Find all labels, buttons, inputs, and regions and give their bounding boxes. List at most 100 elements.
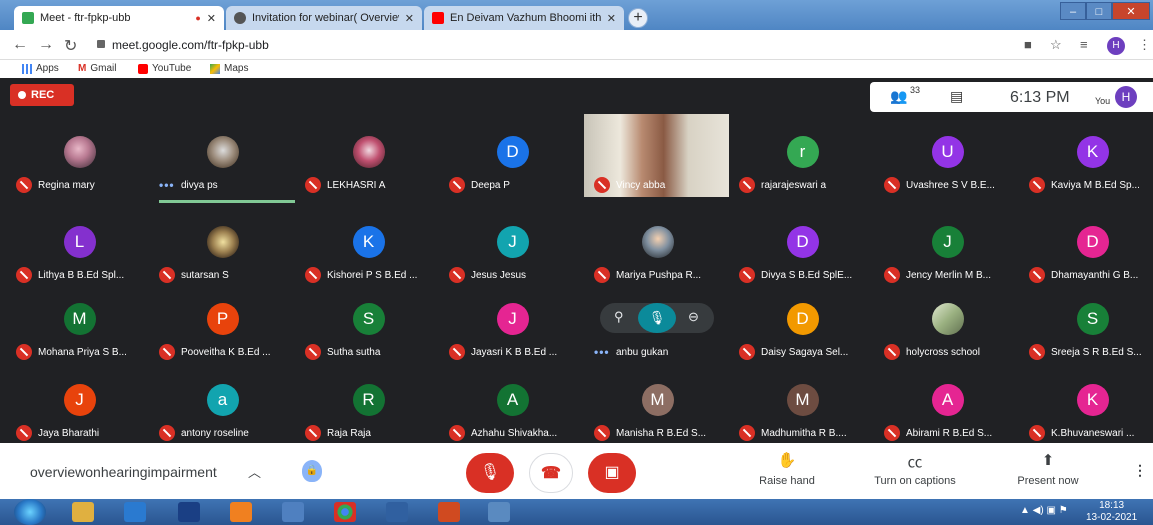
participant-name: Jayasri K B B.Ed ... bbox=[471, 346, 558, 358]
chat-icon[interactable]: ▤ bbox=[950, 88, 963, 105]
participant-avatar: J bbox=[63, 384, 96, 416]
chrome-icon[interactable] bbox=[334, 502, 356, 522]
participant-label: ••• divya ps bbox=[159, 176, 218, 194]
tab-title: Meet - ftr-fpkp-ubb bbox=[40, 12, 131, 24]
remove-icon[interactable]: ⊖ bbox=[688, 309, 699, 325]
bookmark-star-icon[interactable]: ☆ bbox=[1050, 37, 1062, 53]
vlc-icon[interactable] bbox=[230, 502, 252, 522]
tab-youtube[interactable]: En Deivam Vazhum Bhoomi ithu ✕ bbox=[424, 6, 624, 30]
participant-tile[interactable]: D Daisy Sagaya Sel... bbox=[731, 295, 874, 373]
participant-tile[interactable]: D Divya S B.Ed SplE... bbox=[731, 218, 874, 296]
bookmark-apps[interactable]: Apps bbox=[22, 63, 59, 74]
app-icon[interactable] bbox=[488, 502, 510, 522]
captions-button[interactable]: ㏄ Turn on captions bbox=[870, 451, 960, 487]
raise-hand-button[interactable]: ✋ Raise hand bbox=[742, 451, 832, 487]
os-taskbar: ▲ ◀) ▣ ⚑ 18:13 13-02-2021 bbox=[0, 499, 1153, 525]
back-arrow-icon[interactable]: ← bbox=[12, 36, 28, 54]
participant-name: Abirami R B.Ed S... bbox=[906, 427, 993, 439]
participant-tile[interactable]: S Sreeja S R B.Ed S... bbox=[1021, 295, 1153, 373]
security-shield-icon[interactable]: 🔒 bbox=[302, 460, 322, 482]
mic-muted-icon bbox=[449, 267, 465, 283]
forward-arrow-icon[interactable]: → bbox=[38, 36, 54, 54]
participant-tile[interactable]: sutarsan S bbox=[151, 218, 294, 296]
participant-avatar bbox=[352, 136, 385, 168]
bookmark-youtube[interactable]: YouTube bbox=[138, 63, 191, 74]
audio-activity-icon: ••• bbox=[159, 178, 175, 192]
ie-icon[interactable] bbox=[124, 502, 146, 522]
bookmark-gmail[interactable]: M Gmail bbox=[78, 63, 116, 74]
camera-indicator-icon[interactable]: ■ bbox=[1024, 37, 1032, 52]
participant-tile[interactable]: LEKHASRI A bbox=[297, 128, 440, 206]
participant-tile[interactable]: U Uvashree S V B.E... bbox=[876, 128, 1019, 206]
window-icon[interactable] bbox=[386, 502, 408, 522]
profile-avatar[interactable]: H bbox=[1107, 37, 1125, 55]
youtube-icon bbox=[138, 63, 148, 74]
participant-avatar: J bbox=[931, 226, 964, 258]
bookmark-maps[interactable]: Maps bbox=[210, 63, 248, 74]
reload-icon[interactable]: ↻ bbox=[64, 36, 77, 56]
participant-tile[interactable]: ••• divya ps bbox=[151, 128, 295, 206]
close-window-button[interactable]: ✕ bbox=[1112, 2, 1150, 20]
rec-label: REC bbox=[31, 89, 55, 101]
clock-date: 13-02-2021 bbox=[1086, 512, 1138, 523]
participant-tile[interactable]: S Sutha sutha bbox=[297, 295, 440, 373]
participant-tile[interactable]: K Kishorei P S B.Ed ... bbox=[297, 218, 440, 296]
minimize-button[interactable]: – bbox=[1060, 2, 1086, 20]
participant-tile[interactable]: D Dhamayanthi G B... bbox=[1021, 218, 1153, 296]
media-player-icon[interactable] bbox=[178, 502, 200, 522]
lock-icon bbox=[97, 40, 105, 48]
maximize-button[interactable]: □ bbox=[1086, 2, 1112, 20]
participant-tile[interactable]: Vincy abba bbox=[584, 114, 729, 206]
playlist-icon[interactable]: ≡ bbox=[1080, 37, 1088, 52]
participant-tile[interactable]: K Kaviya M B.Ed Sp... bbox=[1021, 128, 1153, 206]
participant-tile[interactable]: Regina mary bbox=[8, 128, 151, 206]
tile-mic-icon[interactable]: 🎙 bbox=[638, 303, 676, 333]
explorer-icon[interactable] bbox=[72, 502, 94, 522]
participant-tile[interactable]: M Mohana Priya S B... bbox=[8, 295, 151, 373]
tab-invitation[interactable]: Invitation for webinar( Overview ✕ bbox=[226, 6, 422, 30]
leave-call-button[interactable]: ☎ bbox=[529, 453, 573, 493]
mic-off-button[interactable]: 🎙 bbox=[466, 453, 514, 493]
bookmarks-bar: Apps M Gmail YouTube Maps bbox=[0, 60, 1153, 78]
tab-close-icon[interactable]: ✕ bbox=[405, 12, 414, 25]
participant-name: K.Bhuvaneswari ... bbox=[1051, 427, 1135, 439]
tab-close-icon[interactable]: ✕ bbox=[207, 12, 216, 25]
tab-close-icon[interactable]: ✕ bbox=[607, 12, 616, 25]
participant-name: Sreeja S R B.Ed S... bbox=[1051, 346, 1142, 358]
participant-tile[interactable]: J Jayasri K B B.Ed ... bbox=[441, 295, 584, 373]
people-icon[interactable]: 👥 bbox=[890, 88, 907, 105]
present-now-button[interactable]: ⬆ Present now bbox=[1003, 451, 1093, 487]
participant-tile[interactable]: r rajarajeswari a bbox=[731, 128, 874, 206]
participant-tile[interactable]: D Deepa P bbox=[441, 128, 584, 206]
start-button[interactable] bbox=[14, 499, 46, 525]
powerpoint-icon[interactable] bbox=[438, 502, 460, 522]
participant-avatar: L bbox=[63, 226, 96, 258]
paint-icon[interactable] bbox=[282, 502, 304, 522]
pin-icon[interactable]: ⚲ bbox=[614, 309, 624, 325]
chevron-up-icon[interactable]: ︿ bbox=[248, 462, 261, 481]
mic-muted-icon bbox=[305, 177, 321, 193]
participant-name: Kaviya M B.Ed Sp... bbox=[1051, 179, 1140, 191]
self-avatar[interactable]: H bbox=[1115, 86, 1137, 108]
participant-tile[interactable]: L Lithya B B.Ed Spl... bbox=[8, 218, 151, 296]
menu-kebab-icon[interactable]: ⋮ bbox=[1138, 37, 1151, 53]
camera-off-button[interactable]: ▣ bbox=[588, 453, 636, 493]
bookmark-label: YouTube bbox=[152, 63, 192, 74]
more-options-icon[interactable]: ⋮ bbox=[1133, 462, 1147, 479]
participant-tile[interactable]: holycross school bbox=[876, 295, 1019, 373]
participant-tile[interactable]: J Jesus Jesus bbox=[441, 218, 584, 296]
meeting-details-label[interactable]: overviewonhearingimpairment bbox=[30, 464, 217, 480]
participant-tile[interactable]: Mariya Pushpa R... bbox=[586, 218, 729, 296]
participant-avatar: D bbox=[496, 136, 529, 168]
you-label: You bbox=[1095, 96, 1111, 106]
participant-name: Jesus Jesus bbox=[471, 269, 527, 281]
speaking-indicator bbox=[159, 200, 295, 203]
new-tab-button[interactable]: + bbox=[628, 8, 648, 28]
participant-tile[interactable]: P Pooveitha K B.Ed ... bbox=[151, 295, 294, 373]
participant-tile[interactable]: J Jency Merlin M B... bbox=[876, 218, 1019, 296]
mic-muted-icon bbox=[159, 425, 175, 441]
system-tray-icons[interactable]: ▲ ◀) ▣ ⚑ bbox=[1020, 505, 1068, 516]
mic-muted-icon bbox=[16, 425, 32, 441]
url-field[interactable]: meet.google.com/ftr-fpkp-ubb bbox=[112, 38, 269, 52]
tab-meet[interactable]: Meet - ftr-fpkp-ubb ● ✕ bbox=[14, 6, 224, 30]
